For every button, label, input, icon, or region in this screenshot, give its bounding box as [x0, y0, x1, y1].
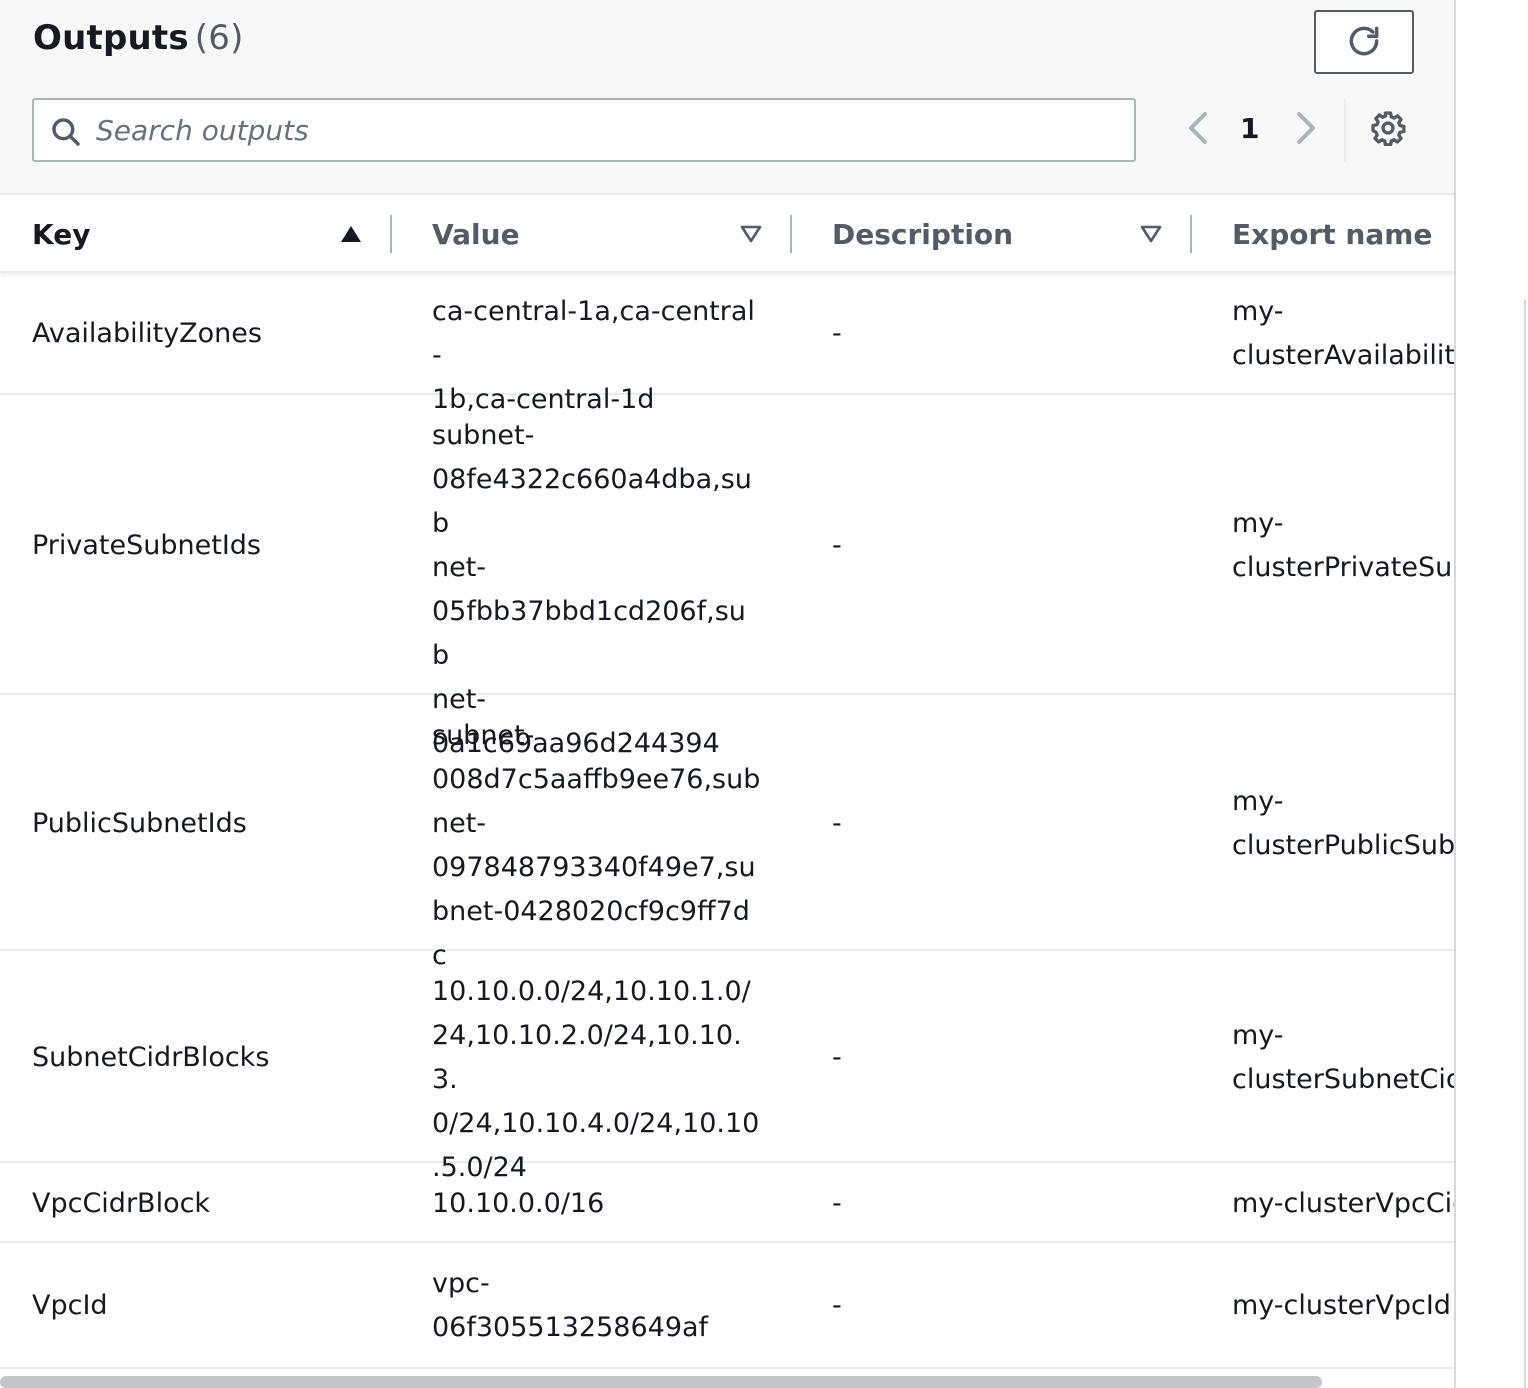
column-label-description: Description	[832, 217, 1014, 251]
outputs-panel: Outputs(6) 1	[0, 0, 1454, 1388]
cell-value-line: net-	[432, 552, 487, 583]
cell-description: -	[832, 1188, 842, 1219]
cell-export-line: my-	[1232, 786, 1284, 817]
search-icon	[50, 116, 82, 152]
cell-export-line: my-	[1232, 1020, 1284, 1051]
column-header-description[interactable]: Description	[832, 195, 1013, 273]
cell-value: 10.10.0.0/24,10.10.1.0/ 24,10.10.2.0/24,…	[432, 970, 762, 1190]
column-resizer[interactable]	[390, 215, 392, 253]
cell-export-line: clusterPrivateSubnetIds	[1232, 552, 1454, 583]
pagination-divider	[1344, 98, 1346, 162]
cell-key: AvailabilityZones	[32, 318, 262, 349]
column-label-export-name: Export name	[1232, 217, 1433, 251]
cell-value-line: 097848793340f49e7,su	[432, 852, 756, 883]
search-field[interactable]	[32, 98, 1136, 162]
cell-value-line: 10.10.0.0/24,10.10.1.0/	[432, 976, 751, 1007]
side-divider	[1524, 300, 1526, 1388]
outputs-count: (6)	[194, 18, 244, 58]
cell-value-line: 0/24,10.10.4.0/24,10.10	[432, 1108, 760, 1139]
gear-icon	[1370, 110, 1406, 150]
cell-value-line: 06f305513258649af	[432, 1312, 709, 1343]
cell-description: -	[832, 530, 842, 561]
current-page-number[interactable]: 1	[1240, 112, 1259, 145]
cell-value-line: ca-central-1a,ca-central-	[432, 296, 755, 371]
cell-key: PrivateSubnetIds	[32, 530, 261, 561]
cell-description: -	[832, 1290, 842, 1321]
cell-value: subnet- 008d7c5aaffb9ee76,sub net- 09784…	[432, 714, 762, 978]
cell-value-line: net-	[432, 808, 487, 839]
cell-value-line: vpc-	[432, 1268, 490, 1299]
column-label-value: Value	[432, 217, 520, 251]
cell-value-line: 24,10.10.2.0/24,10.10.3.	[432, 1020, 742, 1095]
column-label-key: Key	[32, 217, 91, 251]
cell-export-line: clusterSubnetCidrBlocks	[1232, 1064, 1454, 1095]
table-row: PrivateSubnetIds subnet- 08fe4322c660a4d…	[0, 395, 1454, 759]
chevron-right-icon	[1295, 110, 1319, 150]
search-input[interactable]	[96, 110, 1116, 150]
caret-down-outline-icon[interactable]	[738, 221, 764, 247]
cell-value-line: 10.10.0.0/16	[432, 1188, 605, 1219]
next-page-button[interactable]	[1290, 108, 1324, 152]
cell-value-line: subnet-	[432, 420, 535, 451]
preferences-button[interactable]	[1366, 108, 1410, 152]
cell-description: -	[832, 1042, 842, 1073]
side-area	[1456, 0, 1528, 1388]
table-row: AvailabilityZones ca-central-1a,ca-centr…	[0, 273, 1454, 415]
page-title: Outputs (6)	[33, 18, 244, 58]
cell-export-name: my- clusterAvailabilityZones	[1232, 290, 1454, 378]
cell-key: PublicSubnetIds	[32, 808, 247, 839]
horizontal-scrollbar[interactable]	[0, 1376, 1322, 1388]
cell-export-line: my-clusterVpcId	[1232, 1290, 1451, 1321]
cell-description: -	[832, 808, 842, 839]
column-header-value[interactable]: Value	[432, 195, 520, 273]
table-row: VpcCidrBlock 10.10.0.0/16 - my-clusterVp…	[0, 1163, 1454, 1243]
cell-value-line: 05fbb37bbd1cd206f,sub	[432, 596, 746, 671]
cell-export-line: my-	[1232, 296, 1284, 327]
cell-value-line: 008d7c5aaffb9ee76,sub	[432, 764, 761, 795]
table-row: VpcId vpc- 06f305513258649af - my-cluste…	[0, 1243, 1454, 1369]
cell-export-line: clusterPublicSubnetIds	[1232, 830, 1454, 861]
column-header-key[interactable]: Key	[32, 195, 90, 273]
refresh-button[interactable]	[1314, 10, 1414, 74]
cell-export-line: my-clusterVpcCidrBlock	[1232, 1188, 1454, 1219]
table-row: SubnetCidrBlocks 10.10.0.0/24,10.10.1.0/…	[0, 951, 1454, 1183]
panel-header: Outputs(6) 1	[0, 0, 1454, 195]
cell-value-line: 08fe4322c660a4dba,sub	[432, 464, 752, 539]
table-header: Key Value Description Export name	[0, 195, 1454, 273]
column-resizer[interactable]	[790, 215, 792, 253]
cell-key: VpcId	[32, 1290, 108, 1321]
caret-up-filled-icon[interactable]	[338, 221, 364, 247]
cell-value: vpc- 06f305513258649af	[432, 1262, 762, 1350]
refresh-icon	[1345, 22, 1383, 63]
cell-key: VpcCidrBlock	[32, 1188, 211, 1219]
column-resizer[interactable]	[1190, 215, 1192, 253]
caret-down-outline-icon[interactable]	[1138, 221, 1164, 247]
cell-export-name: my-clusterVpcCidrBlock	[1232, 1182, 1454, 1226]
title-text: Outputs	[33, 18, 189, 58]
cell-description: -	[832, 318, 842, 349]
cell-value-line: subnet-	[432, 720, 535, 751]
cell-export-name: my-clusterVpcId	[1232, 1284, 1454, 1328]
cell-export-line: clusterAvailabilityZones	[1232, 340, 1454, 371]
column-header-export-name[interactable]: Export name	[1232, 195, 1432, 273]
cell-value: 10.10.0.0/16	[432, 1182, 762, 1226]
cell-export-line: my-	[1232, 508, 1284, 539]
table-row: PublicSubnetIds subnet- 008d7c5aaffb9ee7…	[0, 695, 1454, 971]
cell-export-name: my- clusterPublicSubnetIds	[1232, 780, 1454, 868]
cell-key: SubnetCidrBlocks	[32, 1042, 270, 1073]
cell-export-name: my- clusterPrivateSubnetIds	[1232, 502, 1454, 590]
previous-page-button[interactable]	[1180, 108, 1214, 152]
chevron-left-icon	[1185, 110, 1209, 150]
cell-export-name: my- clusterSubnetCidrBlocks	[1232, 1014, 1454, 1102]
